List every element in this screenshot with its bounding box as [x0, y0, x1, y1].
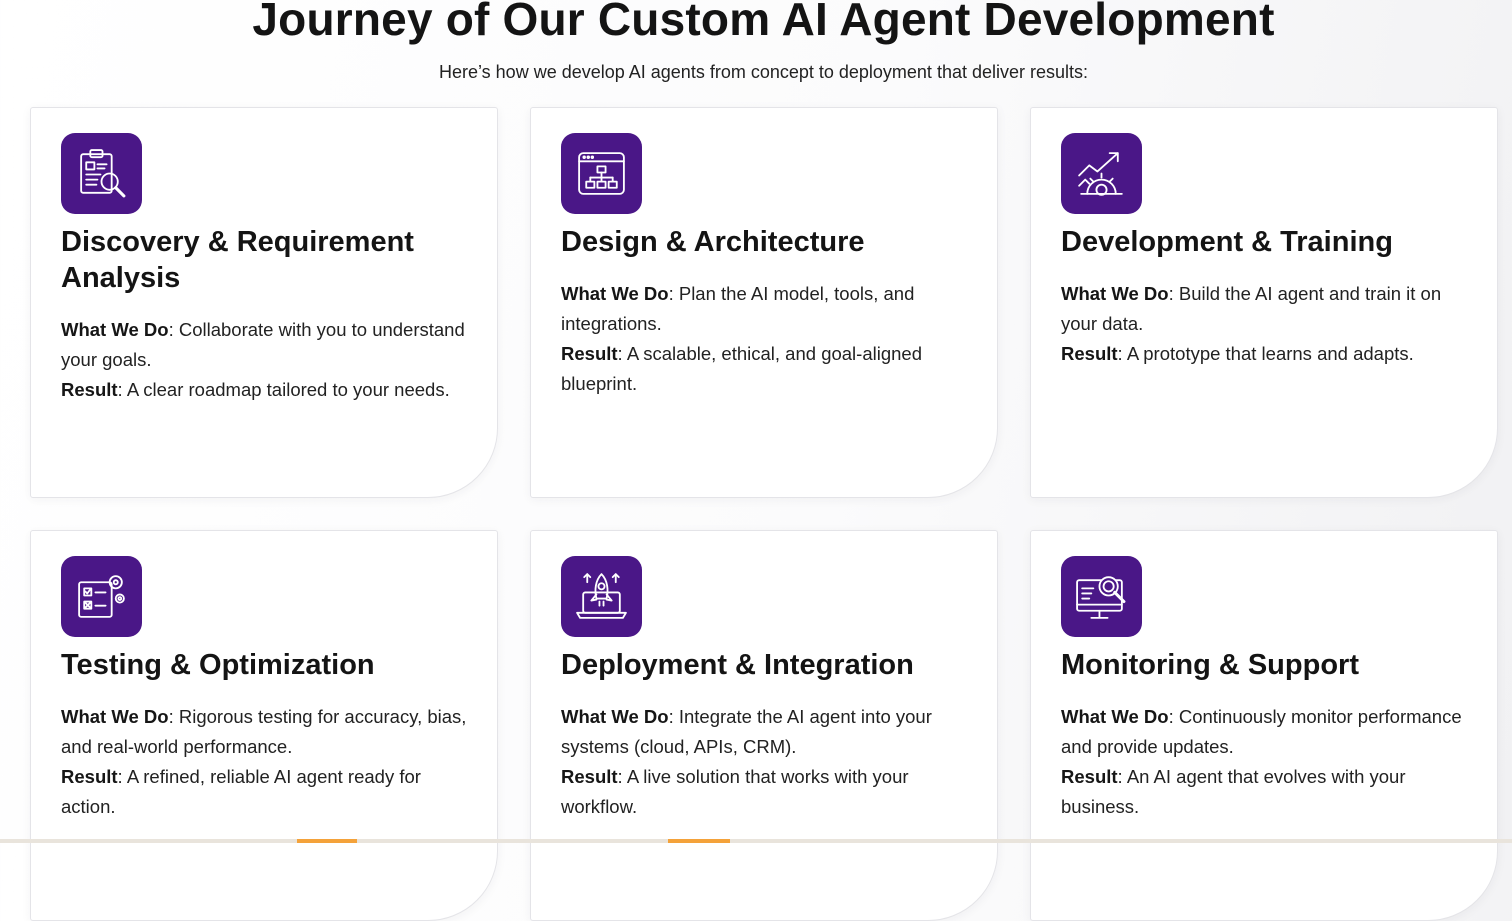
process-card-development: Development & Training What We Do: Build…: [1030, 107, 1498, 498]
result-label: Result: [1061, 766, 1118, 787]
what-we-do-label: What We Do: [561, 283, 669, 304]
accent-bar: [297, 839, 357, 843]
result-label: Result: [61, 379, 118, 400]
process-card-discovery: Discovery & Requirement Analysis What We…: [30, 107, 498, 498]
card-description: What We Do: Rigorous testing for accurac…: [61, 706, 467, 817]
what-we-do-label: What We Do: [1061, 283, 1169, 304]
card-title: Development & Training: [1061, 226, 1393, 258]
card-title: Design & Architecture: [561, 226, 865, 258]
card-description: What We Do: Build the AI agent and train…: [1061, 283, 1442, 364]
card-title: Testing & Optimization: [61, 649, 375, 681]
result-label: Result: [561, 766, 618, 787]
growth-gear-icon: [1061, 133, 1142, 214]
card-description: What We Do: Collaborate with you to unde…: [61, 319, 465, 400]
accent-bar: [668, 839, 730, 843]
page-title: Journey of Our Custom AI Agent Developme…: [252, 0, 1275, 45]
process-card-deployment: Deployment & Integration What We Do: Int…: [530, 530, 998, 921]
process-card-testing: Testing & Optimization What We Do: Rigor…: [30, 530, 498, 921]
what-we-do-label: What We Do: [561, 706, 669, 727]
result-text: A clear roadmap tailored to your needs.: [126, 379, 450, 400]
clipboard-search-icon: [61, 133, 142, 214]
process-card-monitoring: Monitoring & Support What We Do: Continu…: [1030, 530, 1498, 921]
page-subtitle: Here’s how we develop AI agents from con…: [438, 62, 1089, 82]
card-description: What We Do: Continuously monitor perform…: [1061, 706, 1462, 817]
rocket-laptop-icon: [561, 556, 642, 637]
result-text: A prototype that learns and adapts.: [1126, 343, 1414, 364]
result-label: Result: [561, 343, 618, 364]
process-card-design: Design & Architecture What We Do: Plan t…: [530, 107, 998, 498]
card-title: Discovery & Requirement Analysis: [61, 226, 414, 294]
card-description: What We Do: Plan the AI model, tools, an…: [561, 283, 922, 394]
checklist-gear-icon: [61, 556, 142, 637]
card-title: Deployment & Integration: [561, 649, 914, 681]
result-label: Result: [1061, 343, 1118, 364]
bottom-strip: [0, 839, 1512, 843]
what-we-do-label: What We Do: [61, 319, 169, 340]
result-label: Result: [61, 766, 118, 787]
card-description: What We Do: Integrate the AI agent into …: [561, 706, 932, 817]
what-we-do-label: What We Do: [1061, 706, 1169, 727]
architecture-diagram-icon: [561, 133, 642, 214]
card-title: Monitoring & Support: [1061, 649, 1359, 681]
what-we-do-label: What We Do: [61, 706, 169, 727]
monitor-search-icon: [1061, 556, 1142, 637]
